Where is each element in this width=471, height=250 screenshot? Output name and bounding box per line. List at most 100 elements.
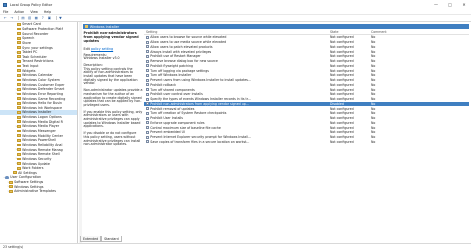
state-cell: Not configured: [330, 97, 354, 102]
properties-icon[interactable]: ▦: [34, 16, 39, 21]
tree-item-label: Windows Customer Exper: [22, 82, 65, 87]
folder-icon: [17, 166, 21, 170]
folder-icon: [17, 125, 21, 128]
comment-cell: No: [371, 44, 376, 49]
tree-item-label: Windows Messenger: [22, 129, 56, 134]
tree-item-label: Speech: [22, 36, 35, 41]
setting-cell: Prohibit rollback: [144, 83, 330, 87]
toolbar: ← → ▤ ▥ ▦ ? ▣ ▼: [0, 15, 471, 22]
menu-file[interactable]: File: [3, 10, 8, 14]
policy-setting-icon: [146, 130, 149, 134]
setting-name: Prohibit use of Restart Manager: [150, 54, 201, 59]
setting-cell: Always install with elevated privileges: [144, 50, 330, 54]
tree-item-label: Smart Card: [22, 22, 41, 27]
minimize-button[interactable]: —: [429, 0, 443, 9]
tree-item-label: Windows Media Digital R: [22, 119, 63, 124]
comment-cell: No: [371, 59, 376, 64]
state-cell: Not configured: [330, 68, 354, 73]
setting-name: Prohibit flyweight patching: [150, 63, 194, 68]
comment-cell: No: [371, 106, 376, 111]
setting-cell: Prevent embedded UI: [144, 130, 330, 134]
folder-icon: [17, 22, 21, 26]
back-icon[interactable]: ←: [3, 16, 8, 21]
state-cell: Not configured: [330, 40, 354, 45]
state-cell: Not configured: [330, 44, 354, 49]
folder-icon: [17, 101, 21, 105]
tree-item-label: All Settings: [18, 170, 37, 175]
menu-view[interactable]: View: [30, 10, 38, 14]
description-text: This policy setting controls the ability…: [83, 66, 138, 86]
tab-extended[interactable]: Extended: [80, 236, 102, 242]
folder-icon: [17, 78, 21, 82]
state-cell: Not configured: [330, 135, 354, 140]
setting-cell: Save copies of transform files in a secu…: [144, 140, 330, 144]
tree-item-label: User Configuration: [10, 175, 42, 180]
comment-cell: No: [371, 35, 376, 40]
setting-cell: Prohibit User Installs: [144, 116, 330, 120]
policy-setting-icon: [146, 116, 149, 120]
requirements-text: Windows Installer v3.0: [83, 56, 120, 61]
status-text: 23 setting(s): [3, 245, 24, 249]
description-paragraph-3: If you enable this policy setting, only …: [83, 109, 143, 129]
close-button[interactable]: ✕: [457, 0, 471, 9]
comment-cell: No: [371, 116, 376, 121]
policy-setting-icon: [146, 97, 149, 101]
folder-icon: [9, 185, 13, 189]
column-header-state[interactable]: State: [330, 30, 371, 34]
policy-setting-icon: [146, 121, 149, 125]
export-icon[interactable]: ▣: [47, 16, 52, 21]
tree-item-label: Windows Calendar: [22, 73, 53, 78]
setting-cell: Control maximum size of baseline file ca…: [144, 126, 330, 130]
tree-item-label: Windows Ink Workspace: [22, 105, 62, 110]
setting-name: Allow users to browse for source while e…: [150, 35, 227, 40]
state-cell: Not configured: [330, 120, 354, 125]
description-pane: Prohibit non-administrators from applyin…: [83, 30, 143, 234]
comment-cell: No: [371, 73, 376, 78]
setting-name: Control maximum size of baseline file ca…: [150, 125, 221, 130]
tree-item[interactable]: › Administrative Templates: [0, 189, 77, 194]
tree-item-label: Windows Hello for Busin: [22, 101, 62, 106]
group-policy-icon: [3, 2, 7, 7]
menu-help[interactable]: Help: [44, 10, 51, 14]
folder-icon: [17, 148, 21, 152]
folder-icon: [17, 152, 21, 156]
folder-icon: [9, 180, 13, 184]
toolbar-separator: [55, 15, 57, 21]
tree-item-label: Windows Reliability Anal: [22, 142, 63, 147]
folder-icon: [17, 55, 21, 59]
setting-cell: Turn off logging via package settings: [144, 69, 330, 73]
comment-cell: No: [371, 63, 376, 68]
comment-cell: No: [371, 135, 376, 140]
help-icon[interactable]: ?: [40, 16, 45, 21]
setting-name: Turn off creation of System Restore chec…: [150, 111, 227, 116]
state-cell: Not configured: [330, 49, 354, 54]
menu-action[interactable]: Action: [14, 10, 24, 14]
up-icon[interactable]: ▤: [21, 16, 26, 21]
table-row[interactable]: Save copies of transform files in a secu…: [144, 140, 469, 145]
policy-setting-icon: [146, 59, 149, 63]
tree-item-label: Text Input: [22, 64, 39, 69]
column-header-comment[interactable]: Comment: [371, 30, 411, 34]
tree-item-label: Task Scheduler: [22, 54, 47, 59]
panel-header: Windows Installer: [83, 24, 469, 29]
comment-cell: No: [371, 92, 376, 97]
folder-icon: [17, 41, 21, 45]
folder-icon: [17, 73, 21, 77]
tree-item-label: Widgets: [22, 68, 36, 73]
show-hide-tree-icon[interactable]: ▥: [27, 16, 32, 21]
tree-item-label: Windows Logon Options: [22, 115, 62, 120]
state-cell: Not configured: [330, 116, 354, 121]
tab-standard[interactable]: Standard: [101, 236, 122, 242]
setting-cell: Prohibit non-administrators from applyin…: [144, 102, 330, 106]
tree-item-label: Windows Security: [22, 156, 52, 161]
forward-icon[interactable]: →: [10, 16, 15, 21]
setting-name: Prevent users from using Windows Install…: [150, 78, 251, 83]
maximize-button[interactable]: □: [443, 0, 457, 9]
folder-icon: [17, 111, 21, 114]
filter-icon[interactable]: ▼: [58, 16, 63, 21]
column-header-setting[interactable]: Setting: [144, 30, 330, 34]
policy-setting-icon: [146, 140, 149, 144]
edit-policy-link[interactable]: policy setting: [91, 47, 113, 51]
comment-cell: No: [371, 68, 376, 73]
tree-item-label: Windows Settings: [14, 184, 44, 189]
